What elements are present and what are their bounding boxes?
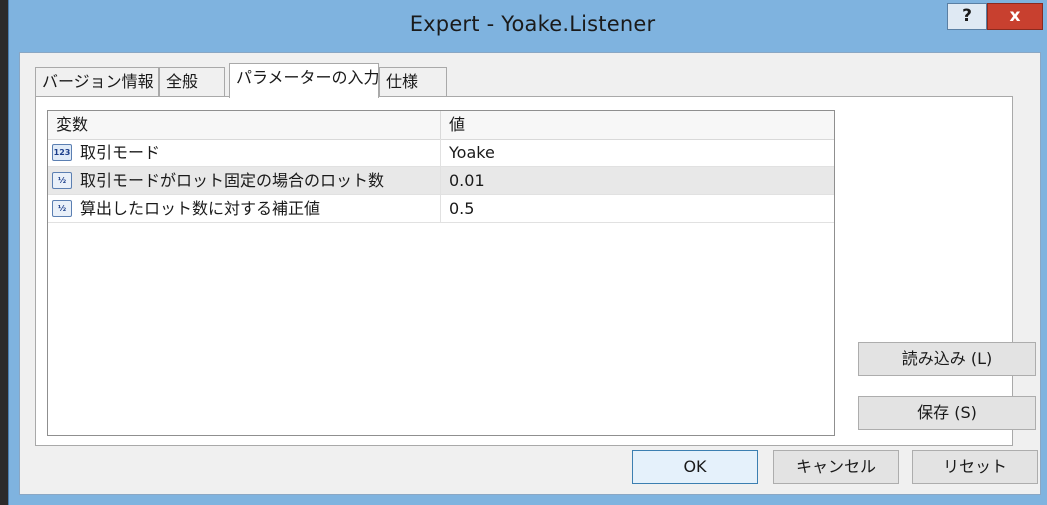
reset-button[interactable]: リセット <box>912 450 1038 484</box>
column-header-variable[interactable]: 変数 <box>48 111 441 139</box>
grid-header: 変数 値 <box>48 111 834 140</box>
param-value-cell[interactable]: 0.5 <box>441 195 834 222</box>
param-name-cell[interactable]: ½ 取引モードがロット固定の場合のロット数 <box>48 167 441 194</box>
tab-panel: 変数 値 123 取引モード Yoake ½ 取引モードがロット固定の場合のロッ… <box>35 96 1036 446</box>
save-button[interactable]: 保存 (S) <box>858 396 1036 430</box>
dialog-window: Expert - Yoake.Listener ? x バージョン情報 全般 パ… <box>8 0 1047 505</box>
double-param-icon: ½ <box>52 200 72 217</box>
help-button[interactable]: ? <box>947 3 987 30</box>
tab-input-parameters[interactable]: パラメーターの入力 <box>229 63 380 98</box>
param-name: 取引モードがロット固定の場合のロット数 <box>80 171 385 190</box>
tab-spec[interactable]: 仕様 <box>379 67 447 97</box>
param-name-cell[interactable]: ½ 算出したロット数に対する補正値 <box>48 195 441 222</box>
table-row[interactable]: ½ 取引モードがロット固定の場合のロット数 0.01 <box>48 167 834 195</box>
title-bar[interactable]: Expert - Yoake.Listener ? x <box>9 0 1047 52</box>
table-row[interactable]: ½ 算出したロット数に対する補正値 0.5 <box>48 195 834 223</box>
window-title: Expert - Yoake.Listener <box>409 12 656 36</box>
double-param-icon: ½ <box>52 172 72 189</box>
cancel-button[interactable]: キャンセル <box>773 450 899 484</box>
tab-general[interactable]: 全般 <box>159 67 225 97</box>
param-value-cell[interactable]: Yoake <box>441 139 834 166</box>
param-name-cell[interactable]: 123 取引モード <box>48 139 441 166</box>
load-button[interactable]: 読み込み (L) <box>858 342 1036 376</box>
dialog-client-area: バージョン情報 全般 パラメーターの入力 仕様 変数 値 123 取引モード Y… <box>19 52 1041 495</box>
close-button[interactable]: x <box>987 3 1043 30</box>
column-header-value[interactable]: 値 <box>441 111 834 139</box>
param-value-cell[interactable]: 0.01 <box>441 167 834 194</box>
parameter-grid: 変数 値 123 取引モード Yoake ½ 取引モードがロット固定の場合のロッ… <box>47 110 835 436</box>
ok-button[interactable]: OK <box>632 450 758 484</box>
integer-param-icon: 123 <box>52 144 72 161</box>
param-name: 取引モード <box>80 143 161 162</box>
tab-version-info[interactable]: バージョン情報 <box>35 67 159 97</box>
table-row[interactable]: 123 取引モード Yoake <box>48 139 834 167</box>
param-name: 算出したロット数に対する補正値 <box>80 199 321 218</box>
